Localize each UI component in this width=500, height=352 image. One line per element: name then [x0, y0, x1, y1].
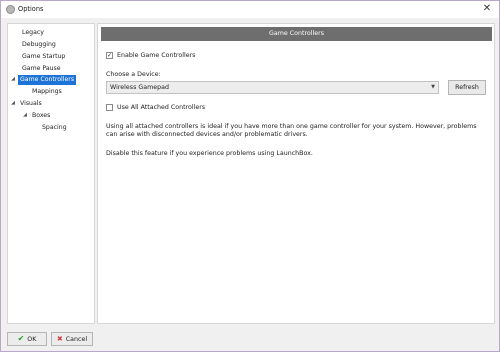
expand-arrow-icon[interactable]: ◢	[22, 112, 28, 118]
device-select-value: Wireless Gamepad	[110, 84, 169, 91]
tree-item-legacy[interactable]: Legacy	[20, 28, 46, 38]
settings-panel: Game Controllers ✓ Enable Game Controlle…	[97, 23, 495, 324]
tree-item-mappings[interactable]: Mappings	[30, 87, 64, 97]
tree-item-spacing[interactable]: Spacing	[40, 123, 69, 133]
refresh-button[interactable]: Refresh	[448, 80, 486, 95]
window-title: Options	[18, 5, 44, 13]
ok-label: OK	[27, 335, 37, 343]
chevron-down-icon: ▼	[431, 84, 435, 90]
panel-header: Game Controllers	[101, 27, 492, 41]
tree-item-boxes[interactable]: Boxes	[30, 111, 52, 121]
tree-item-visuals[interactable]: Visuals	[18, 99, 44, 109]
tree-item-debugging[interactable]: Debugging	[20, 40, 58, 50]
options-tree: Legacy Debugging Game Startup Game Pause…	[7, 23, 95, 324]
cancel-label: Cancel	[65, 335, 88, 343]
use-all-controllers-label[interactable]: Use All Attached Controllers	[117, 104, 205, 111]
expand-arrow-icon[interactable]: ◢	[10, 76, 16, 82]
app-icon	[6, 5, 15, 14]
device-select[interactable]: Wireless Gamepad ▼	[106, 81, 439, 94]
tree-item-game-controllers[interactable]: Game Controllers	[18, 75, 77, 85]
close-icon[interactable]: ✕	[481, 3, 493, 15]
cancel-button[interactable]: ✖ Cancel	[51, 332, 93, 346]
description-text-2: Disable this feature if you experience p…	[106, 150, 313, 157]
use-all-controllers-checkbox[interactable]	[106, 104, 113, 111]
options-window: Options ✕ Legacy Debugging Game Startup …	[0, 0, 500, 352]
cancel-x-icon: ✖	[56, 334, 63, 343]
title-bar: Options ✕	[1, 1, 499, 18]
checkmark-icon: ✔	[17, 334, 25, 343]
enable-controllers-label[interactable]: Enable Game Controllers	[117, 52, 195, 59]
expand-arrow-icon[interactable]: ◢	[10, 100, 16, 106]
choose-device-label: Choose a Device:	[106, 71, 161, 78]
ok-button[interactable]: ✔ OK	[7, 332, 47, 346]
tree-item-game-pause[interactable]: Game Pause	[20, 64, 63, 74]
enable-controllers-checkbox[interactable]: ✓	[106, 52, 113, 59]
description-text-1: Using all attached controllers is ideal …	[106, 123, 477, 139]
tree-item-game-startup[interactable]: Game Startup	[20, 52, 67, 62]
